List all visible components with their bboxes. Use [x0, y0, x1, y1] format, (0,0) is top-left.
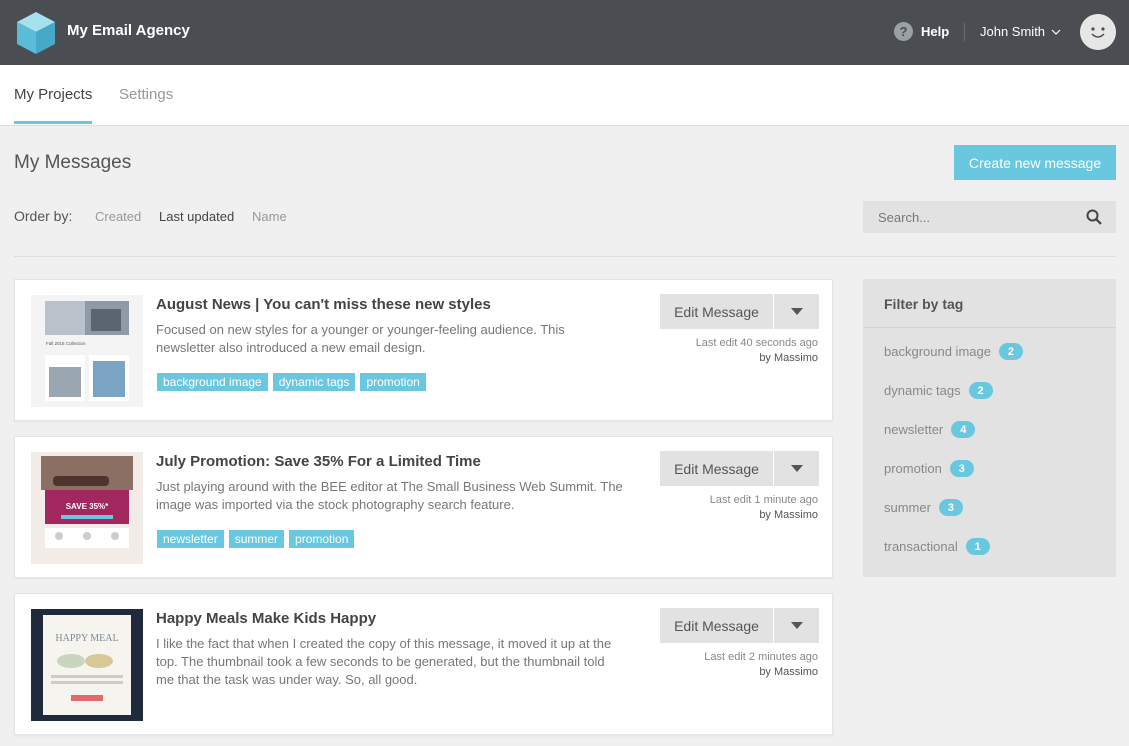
- question-icon: ?: [894, 22, 913, 41]
- tag-chip[interactable]: promotion: [289, 530, 355, 548]
- filter-tag-summer[interactable]: summer 3: [884, 499, 963, 516]
- message-author: by Massimo: [759, 352, 818, 364]
- page-title: My Messages: [14, 152, 132, 173]
- filter-divider: [863, 327, 1116, 328]
- tag-chip[interactable]: background image: [157, 373, 268, 391]
- filter-tag-label: newsletter: [884, 422, 944, 437]
- thumbnail-text: HAPPY MEAL: [55, 633, 118, 644]
- filter-tag-transactional[interactable]: transactional 1: [884, 538, 990, 555]
- message-description: I like the fact that when I created the …: [156, 636, 612, 687]
- message-card: HAPPY MEAL Happy Meals Make Kids Happy I…: [14, 593, 833, 735]
- edit-message-button[interactable]: Edit Message: [660, 608, 773, 643]
- tag-count-badge: 4: [951, 421, 976, 438]
- message-card: Fall 2016 Collection August News | You c…: [14, 279, 833, 421]
- brand-name[interactable]: My Email Agency: [67, 22, 190, 39]
- last-edit-time: Last edit 2 minutes ago: [704, 651, 818, 663]
- message-thumbnail[interactable]: SAVE 35%*: [31, 452, 143, 564]
- filter-tag-dynamic-tags[interactable]: dynamic tags 2: [884, 382, 993, 399]
- tag-count-badge: 1: [965, 538, 990, 555]
- message-author: by Massimo: [759, 509, 818, 521]
- edit-message-button[interactable]: Edit Message: [660, 294, 773, 329]
- thumbnail-text: SAVE 35%*: [66, 502, 109, 511]
- edit-options-dropdown[interactable]: [774, 294, 819, 329]
- message-tags: background image dynamic tags promotion: [157, 373, 426, 391]
- search-box: [863, 201, 1116, 233]
- message-thumbnail[interactable]: Fall 2016 Collection: [31, 295, 143, 407]
- user-name: John Smith: [980, 24, 1046, 39]
- search-input[interactable]: [878, 209, 1078, 225]
- nav-bar: My Projects Settings: [0, 65, 1129, 126]
- filter-tag-label: transactional: [884, 539, 958, 554]
- caret-down-icon: [790, 465, 803, 472]
- search-icon[interactable]: [1086, 209, 1102, 225]
- filter-tag-promotion[interactable]: promotion 3: [884, 460, 974, 477]
- filter-tag-background-image[interactable]: background image 2: [884, 343, 1023, 360]
- edit-options-dropdown[interactable]: [774, 451, 819, 486]
- avatar[interactable]: [1080, 14, 1116, 50]
- filter-tag-label: promotion: [884, 461, 942, 476]
- tag-chip[interactable]: promotion: [360, 373, 426, 391]
- tab-settings[interactable]: Settings: [119, 86, 173, 121]
- logo-box-icon[interactable]: [15, 10, 57, 56]
- help-link[interactable]: ? Help: [894, 22, 949, 41]
- last-edit-time: Last edit 1 minute ago: [709, 494, 818, 506]
- filter-tag-label: background image: [884, 344, 991, 359]
- tag-count-badge: 3: [949, 460, 974, 477]
- tag-count-badge: 2: [998, 343, 1023, 360]
- filter-panel: Filter by tag background image 2 dynamic…: [863, 279, 1116, 577]
- order-name[interactable]: Name: [252, 209, 287, 224]
- message-thumbnail[interactable]: HAPPY MEAL: [31, 609, 143, 721]
- order-created[interactable]: Created: [95, 209, 141, 224]
- tag-count-badge: 3: [938, 499, 963, 516]
- filter-tag-label: summer: [884, 500, 931, 515]
- divider: [14, 256, 1116, 257]
- filter-title: Filter by tag: [884, 296, 964, 312]
- message-title[interactable]: Happy Meals Make Kids Happy: [156, 610, 376, 627]
- edit-message-group: Edit Message: [660, 451, 819, 486]
- message-title[interactable]: July Promotion: Save 35% For a Limited T…: [156, 453, 481, 470]
- message-description: Focused on new styles for a younger or y…: [156, 322, 565, 355]
- edit-message-button[interactable]: Edit Message: [660, 451, 773, 486]
- tab-my-projects[interactable]: My Projects: [14, 86, 93, 124]
- caret-down-icon: [790, 622, 803, 629]
- message-tags: newsletter summer promotion: [157, 530, 355, 548]
- tag-chip[interactable]: summer: [228, 530, 285, 548]
- tag-chip[interactable]: newsletter: [157, 530, 224, 548]
- message-title[interactable]: August News | You can't miss these new s…: [156, 296, 491, 313]
- user-menu[interactable]: John Smith: [980, 24, 1061, 39]
- create-new-message-button[interactable]: Create new message: [954, 145, 1116, 180]
- top-bar: My Email Agency ? Help John Smith: [0, 0, 1129, 65]
- tag-count-badge: 2: [968, 382, 993, 399]
- filter-tag-newsletter[interactable]: newsletter 4: [884, 421, 976, 438]
- edit-message-group: Edit Message: [660, 294, 819, 329]
- header-divider: [964, 23, 965, 41]
- last-edit-time: Last edit 40 seconds ago: [695, 337, 818, 349]
- message-description: Just playing around with the BEE editor …: [156, 479, 623, 512]
- message-author: by Massimo: [759, 666, 818, 678]
- order-by-label: Order by:: [14, 208, 73, 224]
- help-label: Help: [921, 24, 950, 39]
- filter-tag-label: dynamic tags: [884, 383, 961, 398]
- order-last-updated[interactable]: Last updated: [159, 209, 234, 224]
- edit-message-group: Edit Message: [660, 608, 819, 643]
- caret-down-icon: [790, 308, 803, 315]
- thumbnail-text: Fall 2016 Collection: [46, 341, 86, 346]
- tag-chip[interactable]: dynamic tags: [272, 373, 356, 391]
- chevron-down-icon: [1051, 29, 1061, 35]
- message-card: SAVE 35%* July Promotion: Save 35% For a…: [14, 436, 833, 578]
- edit-options-dropdown[interactable]: [774, 608, 819, 643]
